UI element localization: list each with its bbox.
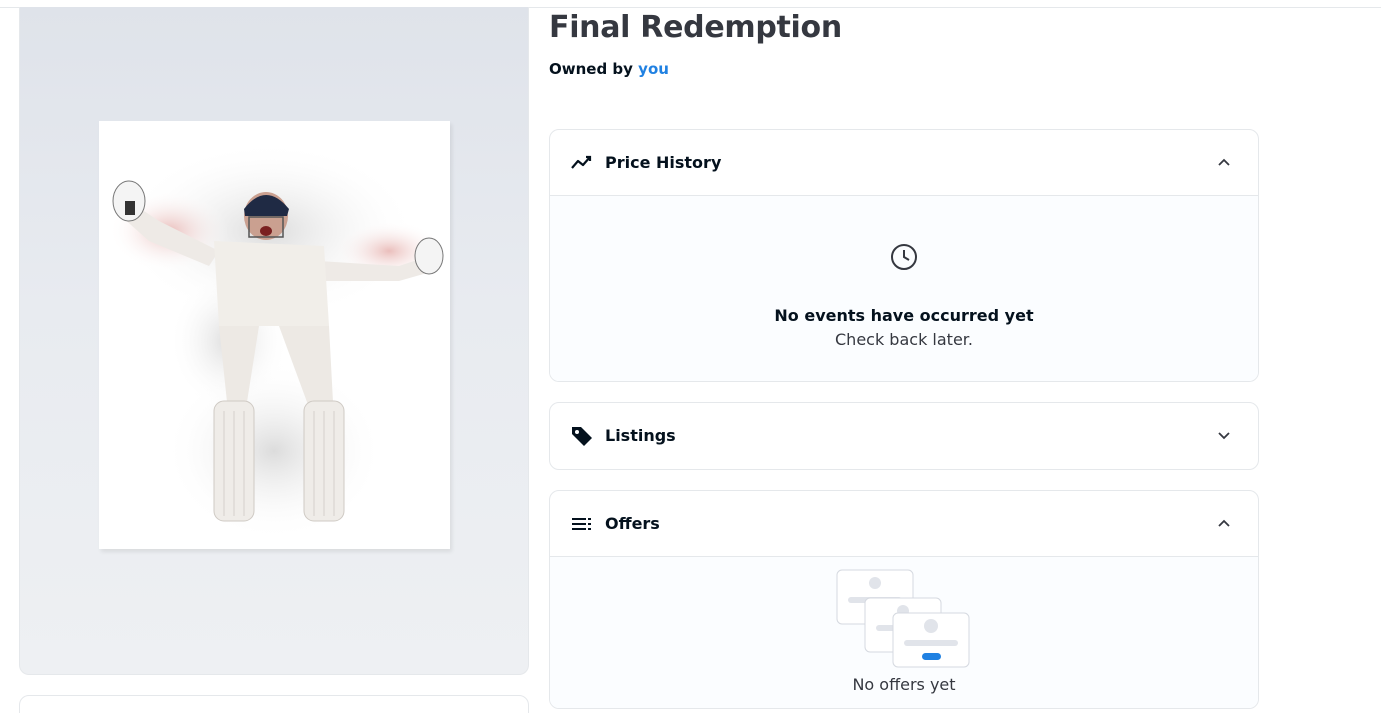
- no-offers-text: No offers yet: [852, 675, 956, 694]
- item-title: Final Redemption: [549, 10, 842, 45]
- offers-header[interactable]: Offers: [550, 491, 1258, 556]
- owned-by-label: Owned by: [549, 60, 633, 78]
- listings-title: Listings: [605, 426, 676, 445]
- owner-link[interactable]: you: [638, 60, 669, 78]
- price-history-body: No events have occurred yet Check back l…: [550, 195, 1258, 381]
- empty-events-subtitle: Check back later.: [835, 330, 973, 349]
- clock-icon: [889, 242, 919, 276]
- tag-icon: [570, 424, 594, 448]
- chevron-up-icon[interactable]: [1214, 152, 1234, 172]
- price-history-panel: Price History No events have occurred ye…: [549, 129, 1259, 382]
- item-image[interactable]: [99, 121, 450, 549]
- empty-offers-illustration: [836, 569, 976, 673]
- offers-title: Offers: [605, 514, 660, 533]
- empty-events-title: No events have occurred yet: [774, 306, 1034, 325]
- chevron-up-icon[interactable]: [1214, 513, 1234, 533]
- item-media-card[interactable]: [19, 7, 529, 675]
- item-details-card: [19, 695, 529, 713]
- price-history-title: Price History: [605, 153, 722, 172]
- chevron-down-icon[interactable]: [1214, 425, 1234, 445]
- listings-header[interactable]: Listings: [550, 403, 1258, 468]
- list-icon: [570, 512, 594, 536]
- offers-body: No offers yet: [550, 556, 1258, 708]
- listings-panel: Listings: [549, 402, 1259, 470]
- price-history-header[interactable]: Price History: [550, 130, 1258, 195]
- owner-line: Owned by you: [549, 60, 669, 78]
- cricketer-artwork: [99, 121, 450, 549]
- trending-line-icon: [570, 151, 594, 175]
- offers-panel: Offers No offers yet: [549, 490, 1259, 709]
